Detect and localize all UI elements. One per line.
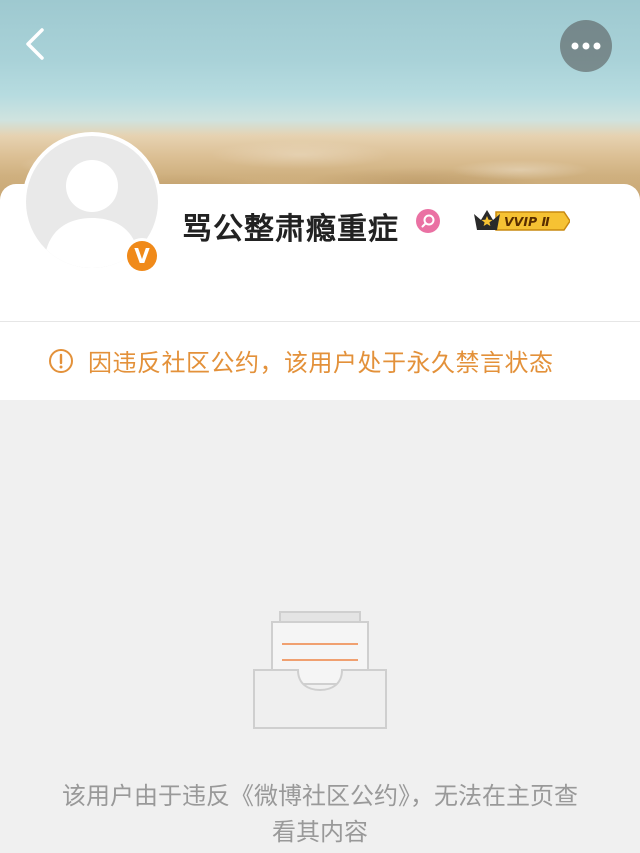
chevron-left-icon [26, 28, 44, 60]
back-button[interactable] [14, 22, 58, 66]
verified-v-icon: V [127, 241, 157, 271]
ellipsis-icon [571, 42, 601, 50]
vvip-label: VVIP Ⅱ [504, 214, 550, 229]
username: 骂公整肃瘾重症 [182, 212, 399, 247]
more-options-button[interactable] [560, 20, 612, 72]
search-badge-icon[interactable] [416, 209, 440, 233]
empty-state-message: 该用户由于违反《微博社区公约》，无法在主页查看其内容 [62, 782, 578, 846]
empty-inbox-icon [250, 608, 390, 732]
verified-badge: V [124, 238, 160, 274]
ban-notice-text: 因违反社区公约，该用户处于永久禁言状态 [88, 349, 554, 377]
vvip-badge[interactable]: VVIP Ⅱ [472, 205, 571, 237]
exclamation-circle-icon [48, 348, 74, 374]
